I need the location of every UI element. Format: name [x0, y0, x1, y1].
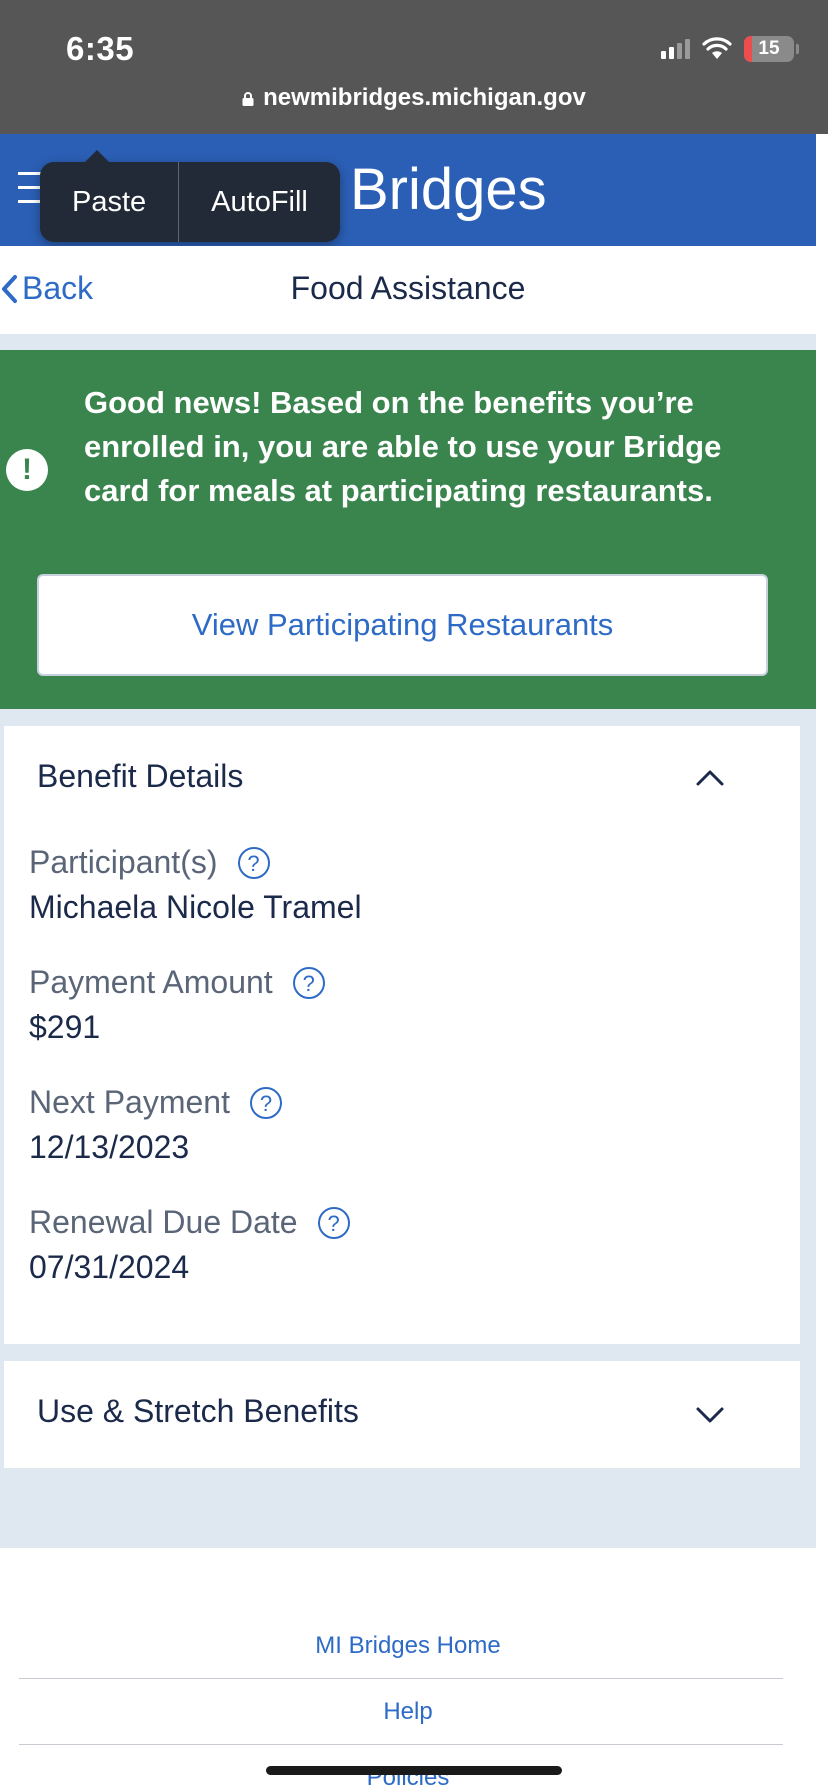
footer-link-help[interactable]: Help [0, 1698, 816, 1726]
stretch-benefits-card[interactable]: Use & Stretch Benefits [4, 1361, 800, 1468]
help-icon[interactable]: ? [237, 846, 270, 879]
field-label: Next Payment [29, 1084, 230, 1120]
field-value: 07/31/2024 [29, 1249, 190, 1285]
edit-menu-popup: Paste AutoFill [40, 150, 340, 242]
exclamation-icon: ! [6, 449, 48, 491]
scroll-edge [816, 134, 828, 1792]
url-text: newmibridges.michigan.gov [263, 84, 586, 111]
field-label: Payment Amount [29, 964, 273, 1000]
status-icons: 15 [661, 36, 799, 62]
field-value: 12/13/2023 [29, 1129, 190, 1165]
back-label: Back [22, 270, 94, 306]
help-icon[interactable]: ? [317, 1206, 350, 1239]
back-link[interactable]: Back [0, 270, 93, 307]
renewal-due-date-field: Renewal Due Date ? 07/31/2024 [29, 1204, 350, 1286]
footer-link-home[interactable]: MI Bridges Home [0, 1632, 816, 1660]
benefit-details-card: Benefit Details Participant(s) ? Michael… [4, 726, 800, 1344]
autofill-button[interactable]: AutoFill [179, 162, 340, 242]
field-value: $291 [29, 1009, 101, 1045]
battery-icon: 15 [744, 36, 799, 62]
status-bar: 6:35 15 newmibridges.michigan.gov [0, 0, 828, 134]
help-icon[interactable]: ? [292, 966, 325, 999]
field-label: Participant(s) [29, 844, 218, 880]
lock-icon [242, 92, 254, 106]
page-title: Food Assistance [290, 270, 526, 306]
participants-field: Participant(s) ? Michaela Nicole Tramel [29, 844, 362, 926]
help-icon[interactable]: ? [249, 1086, 282, 1119]
field-value: Michaela Nicole Tramel [29, 889, 362, 925]
wifi-icon [702, 37, 732, 59]
signal-icon [661, 39, 690, 59]
status-time: 6:35 [66, 30, 135, 67]
sub-header: Back Food Assistance [0, 246, 816, 334]
payment-amount-field: Payment Amount ? $291 [29, 964, 325, 1046]
footer-divider [19, 1678, 783, 1679]
chevron-down-icon[interactable] [695, 1406, 725, 1424]
stretch-benefits-header[interactable]: Use & Stretch Benefits [37, 1393, 359, 1430]
banner-message: Good news! Based on the benefits you’re … [84, 385, 722, 508]
paste-button[interactable]: Paste [40, 162, 178, 242]
next-payment-field: Next Payment ? 12/13/2023 [29, 1084, 282, 1166]
field-label: Renewal Due Date [29, 1204, 298, 1240]
chevron-left-icon [2, 274, 17, 303]
footer: MI Bridges Home Help Policies [0, 1548, 816, 1792]
benefit-details-header[interactable]: Benefit Details [37, 758, 243, 795]
home-indicator[interactable] [266, 1766, 562, 1775]
url-bar[interactable]: newmibridges.michigan.gov [0, 84, 828, 112]
battery-level: 15 [758, 38, 780, 59]
view-restaurants-button[interactable]: View Participating Restaurants [37, 574, 768, 676]
app-title: Bridges [350, 157, 547, 222]
footer-divider [19, 1744, 783, 1745]
chevron-up-icon[interactable] [695, 769, 725, 787]
